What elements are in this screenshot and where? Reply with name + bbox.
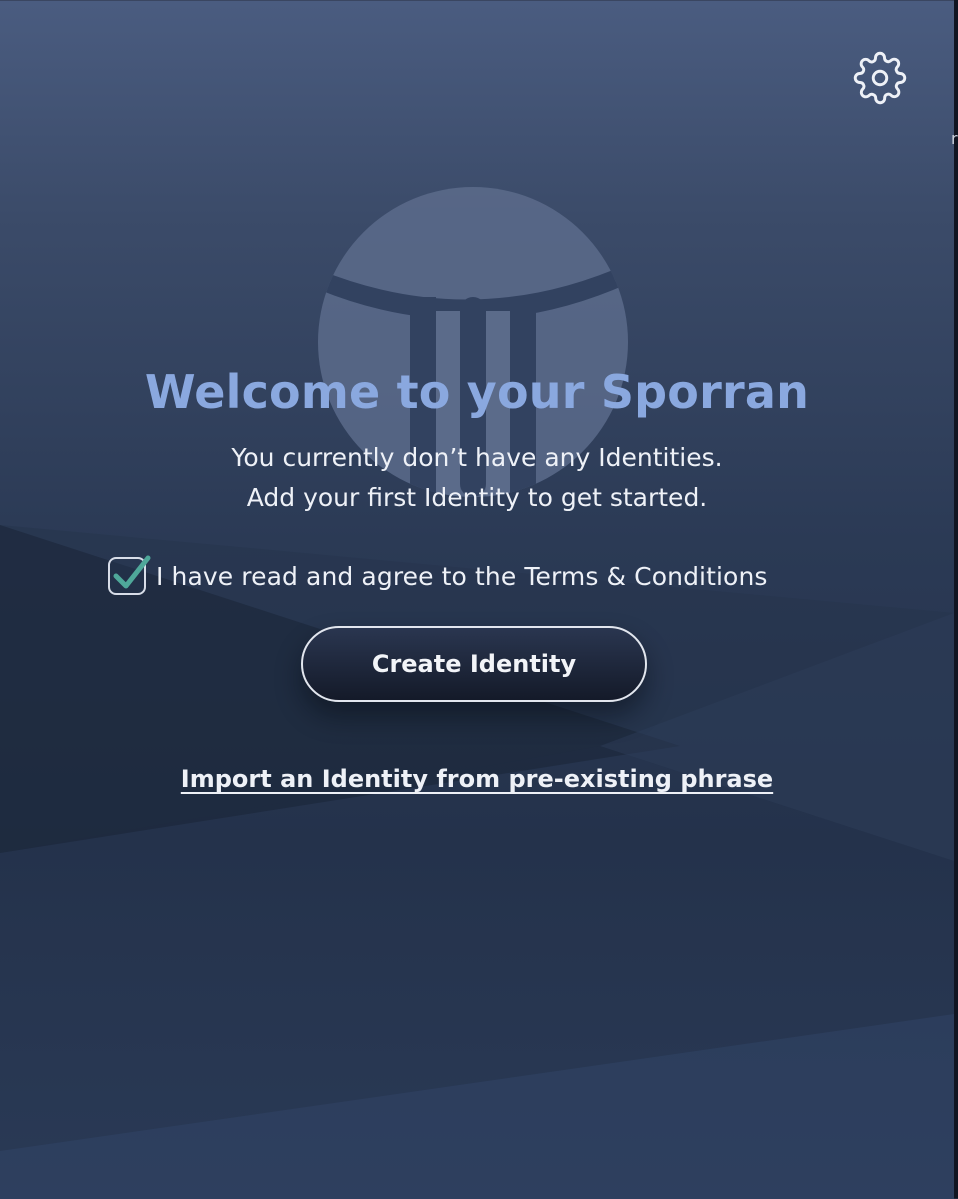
- terms-row: I have read and agree to the Terms & Con…: [108, 554, 768, 598]
- adjacent-window-edge: [954, 0, 958, 1198]
- terms-checkbox[interactable]: [108, 555, 151, 595]
- background-shapes: [0, 525, 954, 1199]
- subtitle-line-1: You currently don’t have any Identities.: [231, 443, 723, 472]
- checkmark-icon: [113, 555, 151, 589]
- settings-button[interactable]: [852, 50, 908, 106]
- gear-icon: [853, 51, 907, 105]
- import-identity-link[interactable]: Import an Identity from pre-existing phr…: [0, 759, 954, 799]
- sporran-window: Welcome to your Sporran You currently do…: [0, 0, 954, 1199]
- welcome-subtitle: You currently don’t have any Identities.…: [0, 438, 954, 518]
- subtitle-line-2: Add your first Identity to get started.: [246, 483, 708, 512]
- create-identity-button[interactable]: Create Identity: [301, 626, 647, 702]
- adjacent-window-text: r: [951, 129, 958, 148]
- terms-label[interactable]: I have read and agree to the Terms & Con…: [156, 562, 768, 591]
- welcome-title: Welcome to your Sporran: [144, 365, 810, 419]
